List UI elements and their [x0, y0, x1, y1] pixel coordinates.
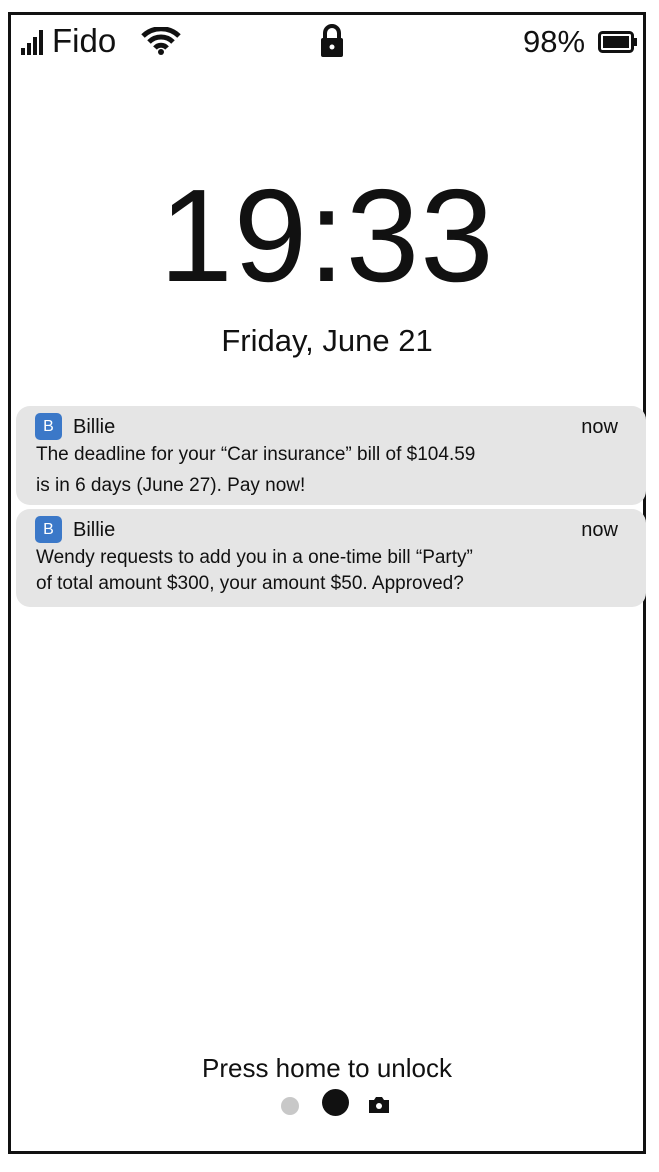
billie-app-icon: B	[35, 413, 62, 440]
phone-screen: Fido 98% 19:33 Friday, June 21 B Billie …	[8, 12, 646, 1154]
lock-screen-clock: 19:33	[159, 162, 495, 309]
notification-text-line: The deadline for your “Car insurance” bi…	[36, 444, 476, 465]
notification-card[interactable]: B Billie now Wendy requests to add you i…	[16, 509, 646, 607]
notification-time: now	[581, 416, 618, 438]
camera-icon[interactable]	[367, 1095, 391, 1115]
battery-percent: 98%	[523, 24, 586, 59]
notification-app-name: Billie	[73, 519, 116, 541]
unlock-hint: Press home to unlock	[201, 1053, 452, 1083]
status-bar: Fido 98%	[11, 15, 643, 67]
notification-text-line: is in 6 days (June 27). Pay now!	[36, 475, 306, 496]
battery-icon	[598, 31, 637, 53]
notification-text-line: Wendy requests to add you in a one-time …	[36, 547, 473, 568]
notification-text-line: of total amount $300, your amount $50. A…	[36, 573, 464, 594]
carrier-name: Fido	[52, 22, 117, 59]
signal-icon	[21, 29, 45, 55]
wifi-icon	[141, 27, 181, 55]
lock-screen-date: Friday, June 21	[221, 323, 433, 358]
lock-icon	[321, 24, 343, 57]
billie-app-icon: B	[35, 516, 62, 543]
notification-card[interactable]: B Billie now The deadline for your “Car …	[16, 406, 646, 505]
notification-app-name: Billie	[73, 416, 116, 438]
notification-time: now	[581, 519, 618, 541]
page-dot-active-icon[interactable]	[322, 1089, 349, 1116]
page-dot-icon[interactable]	[281, 1097, 299, 1115]
